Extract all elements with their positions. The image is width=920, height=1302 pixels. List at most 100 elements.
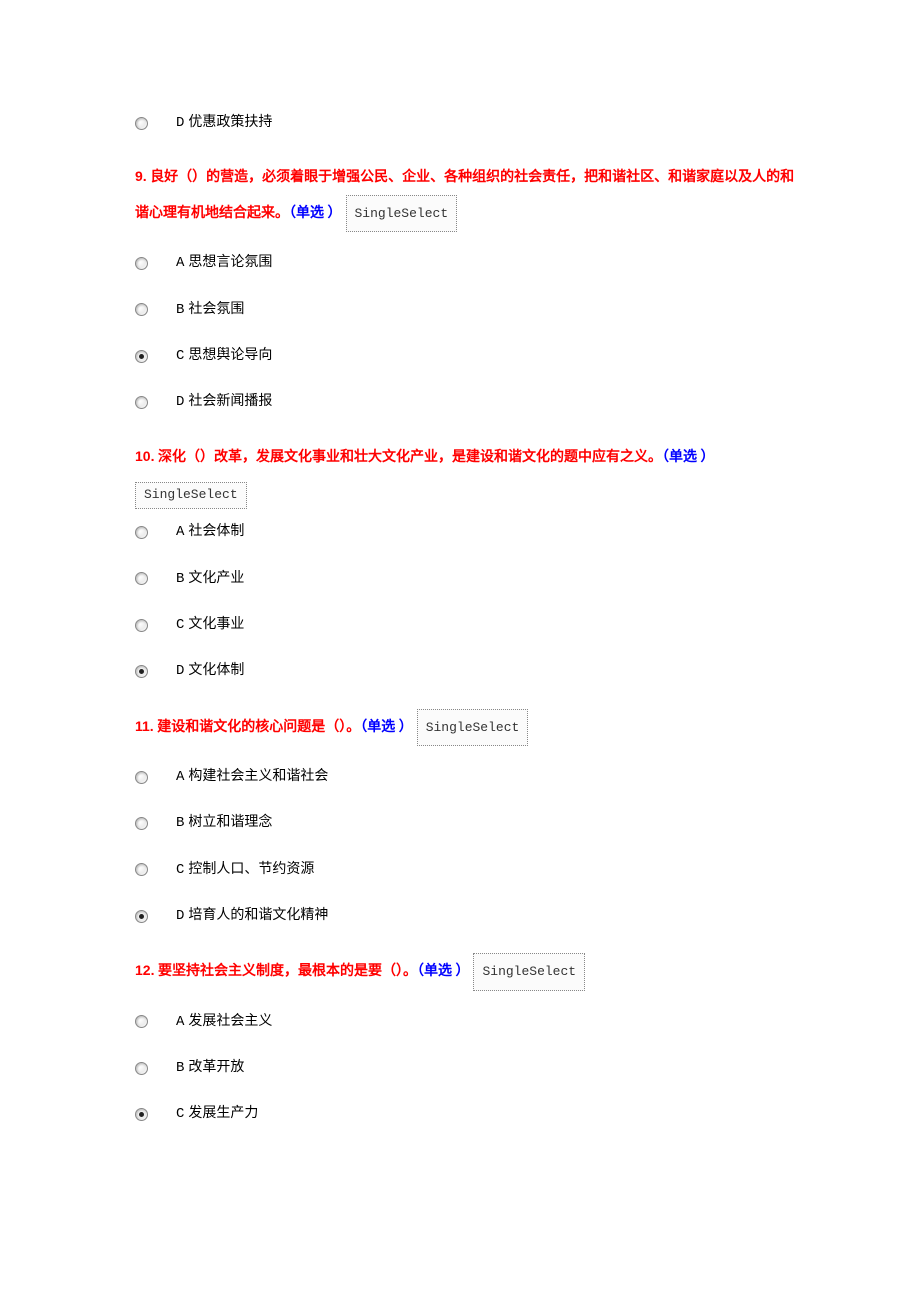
option-row[interactable]: D 社会新闻播报: [135, 379, 800, 425]
option-content: D培育人的和谐文化精神: [176, 905, 328, 927]
question-text: 良好（）的营造，必须着眼于增强公民、企业、各种组织的社会责任，把和谐社区、和谐家…: [135, 170, 794, 220]
option-text: 发展社会主义: [188, 1014, 272, 1029]
radio-icon[interactable]: [135, 117, 148, 130]
question-header: 9. 良好（）的营造，必须着眼于增强公民、企业、各种组织的社会责任，把和谐社区、…: [135, 160, 800, 232]
radio-icon[interactable]: [135, 1108, 148, 1121]
option-letter: A: [176, 769, 184, 785]
option-letter: A: [176, 524, 184, 540]
option-row[interactable]: D培育人的和谐文化精神: [135, 893, 800, 939]
question-number: 10.: [135, 448, 154, 464]
radio-icon[interactable]: [135, 526, 148, 539]
option-letter: B: [176, 302, 184, 318]
question-hint: （单选 ）: [417, 964, 470, 979]
option-text: 改革开放: [188, 1060, 244, 1075]
option-text: 思想言论氛围: [188, 255, 272, 270]
radio-icon[interactable]: [135, 572, 148, 585]
option-row[interactable]: A 社会体制: [135, 509, 800, 555]
option-row[interactable]: A 构建社会主义和谐社会: [135, 754, 800, 800]
option-row[interactable]: C 控制人口、节约资源: [135, 847, 800, 893]
radio-icon[interactable]: [135, 771, 148, 784]
radio-icon[interactable]: [135, 1015, 148, 1028]
option-content: B 树立和谐理念: [176, 812, 272, 834]
badge-line: SingleSelect: [135, 482, 800, 509]
option-letter: A: [176, 255, 184, 271]
option-content: B 社会氛围: [176, 299, 244, 321]
question-header: 11. 建设和谐文化的核心问题是（）。（单选 ） SingleSelect: [135, 709, 800, 746]
option-text: 社会新闻播报: [188, 394, 272, 409]
option-letter: D: [176, 115, 184, 131]
question-text: 要坚持社会主义制度，最根本的是要（）。: [154, 964, 417, 979]
option-row[interactable]: C 思想舆论导向: [135, 333, 800, 379]
option-letter: C: [176, 862, 184, 878]
quiz-container: D 优惠政策扶持 9. 良好（）的营造，必须着眼于增强公民、企业、各种组织的社会责任…: [135, 100, 800, 1138]
option-row[interactable]: B 树立和谐理念: [135, 800, 800, 846]
option-content: C 发展生产力: [176, 1103, 258, 1125]
radio-icon[interactable]: [135, 817, 148, 830]
question-header: 10. 深化（）改革，发展文化事业和壮大文化产业，是建设和谐文化的题中应有之义。…: [135, 440, 800, 475]
question-hint: （单选 ）: [662, 450, 715, 465]
option-content: C 思想舆论导向: [176, 345, 272, 367]
option-row[interactable]: D 文化体制: [135, 648, 800, 694]
option-row[interactable]: D 优惠政策扶持: [135, 100, 800, 146]
option-content: A 发展社会主义: [176, 1011, 272, 1033]
question-hint: （单选 ）: [360, 720, 413, 735]
option-text: 文化产业: [188, 571, 244, 586]
option-letter: C: [176, 348, 184, 364]
option-text: 构建社会主义和谐社会: [188, 769, 328, 784]
option-letter: B: [176, 815, 184, 831]
radio-icon[interactable]: [135, 396, 148, 409]
single-select-badge: SingleSelect: [417, 709, 529, 746]
option-row[interactable]: C 发展生产力: [135, 1091, 800, 1137]
radio-icon[interactable]: [135, 257, 148, 270]
option-content: A 思想言论氛围: [176, 252, 272, 274]
option-letter: D: [176, 663, 184, 679]
radio-icon[interactable]: [135, 619, 148, 632]
single-select-badge: SingleSelect: [473, 953, 585, 990]
option-letter: B: [176, 571, 184, 587]
option-row[interactable]: C 文化事业: [135, 602, 800, 648]
option-content: C 文化事业: [176, 614, 244, 636]
option-text: 优惠政策扶持: [188, 115, 272, 130]
option-text: 社会体制: [188, 524, 244, 539]
option-content: B 文化产业: [176, 568, 244, 590]
option-text: 控制人口、节约资源: [188, 862, 314, 877]
radio-icon[interactable]: [135, 665, 148, 678]
option-letter: B: [176, 1060, 184, 1076]
question-number: 11.: [135, 718, 154, 734]
option-content: A 社会体制: [176, 521, 244, 543]
option-letter: C: [176, 1106, 184, 1122]
option-text: 培育人的和谐文化精神: [188, 908, 328, 923]
option-row[interactable]: A 发展社会主义: [135, 999, 800, 1045]
option-letter: A: [176, 1014, 184, 1030]
question-text: 建设和谐文化的核心问题是（）。: [154, 720, 361, 735]
option-row[interactable]: B 社会氛围: [135, 287, 800, 333]
option-content: D 优惠政策扶持: [176, 112, 272, 134]
radio-icon[interactable]: [135, 303, 148, 316]
option-content: A 构建社会主义和谐社会: [176, 766, 328, 788]
option-text: 社会氛围: [188, 302, 244, 317]
question-header: 12. 要坚持社会主义制度，最根本的是要（）。（单选 ）SingleSelect: [135, 953, 800, 990]
option-row[interactable]: B 文化产业: [135, 556, 800, 602]
option-text: 树立和谐理念: [188, 815, 272, 830]
single-select-badge: SingleSelect: [135, 482, 247, 509]
radio-icon[interactable]: [135, 350, 148, 363]
option-text: 文化体制: [188, 663, 244, 678]
question-text: 深化（）改革，发展文化事业和壮大文化产业，是建设和谐文化的题中应有之义。: [154, 450, 662, 465]
question-number: 9.: [135, 168, 147, 184]
single-select-badge: SingleSelect: [346, 195, 458, 232]
option-content: C 控制人口、节约资源: [176, 859, 314, 881]
option-letter: D: [176, 394, 184, 410]
option-row[interactable]: B 改革开放: [135, 1045, 800, 1091]
option-text: 发展生产力: [188, 1106, 258, 1121]
radio-icon[interactable]: [135, 910, 148, 923]
question-number: 12.: [135, 962, 154, 978]
option-text: 思想舆论导向: [188, 348, 272, 363]
option-text: 文化事业: [188, 617, 244, 632]
question-hint: （单选 ）: [289, 206, 342, 221]
option-content: D 文化体制: [176, 660, 244, 682]
option-row[interactable]: A 思想言论氛围: [135, 240, 800, 286]
option-letter: C: [176, 617, 184, 633]
radio-icon[interactable]: [135, 1062, 148, 1075]
radio-icon[interactable]: [135, 863, 148, 876]
option-content: D 社会新闻播报: [176, 391, 272, 413]
